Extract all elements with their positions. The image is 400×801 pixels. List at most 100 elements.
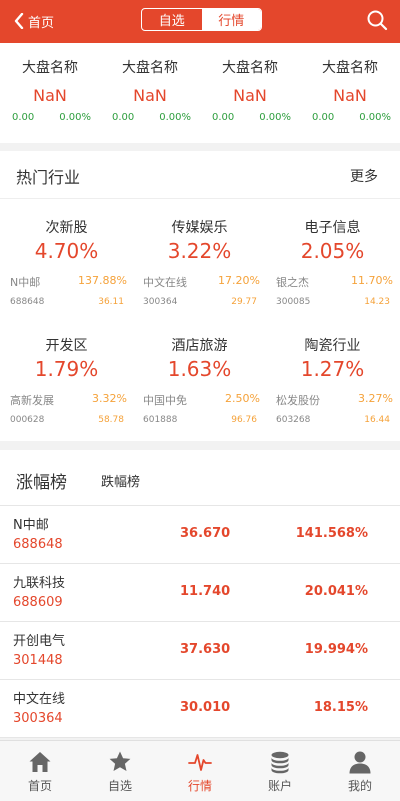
- industry-percent: 2.05%: [300, 239, 365, 263]
- stock-name: 九联科技: [13, 576, 66, 591]
- stock-name: 开创电气: [13, 634, 66, 649]
- index-value: NaN: [233, 86, 267, 105]
- index-card[interactable]: 大盘名称 NaN 0.00 0.00%: [0, 43, 100, 143]
- leading-stock-change: 17.20%: [218, 274, 260, 287]
- leading-stock-price: 14.23: [364, 297, 390, 307]
- industry-card[interactable]: 开发区 1.79% 高新发展 3.32% 000628 58.78: [0, 317, 133, 435]
- industry-name: 陶瓷行业: [304, 338, 361, 354]
- index-name: 大盘名称: [322, 60, 378, 76]
- search-icon[interactable]: [366, 9, 388, 31]
- star-icon: [109, 751, 131, 771]
- index-percent: 0.00%: [259, 112, 291, 123]
- segment-control: 自选 行情: [141, 8, 262, 31]
- leading-stock-price: 58.78: [98, 415, 124, 425]
- more-link[interactable]: 更多: [350, 166, 378, 186]
- industry-name: 传媒娱乐: [171, 220, 228, 236]
- stock-price: 36.670: [180, 526, 231, 541]
- index-name: 大盘名称: [122, 60, 178, 76]
- leading-stock-name: 中文在线: [143, 276, 187, 289]
- index-name: 大盘名称: [22, 60, 78, 76]
- industry-name: 酒店旅游: [171, 338, 228, 354]
- leading-stock-change: 137.88%: [78, 274, 127, 287]
- stock-name: N中邮: [13, 518, 49, 533]
- leading-stock-code: 000628: [10, 415, 45, 425]
- industry-card[interactable]: 电子信息 2.05% 银之杰 11.70% 300085 14.23: [266, 199, 399, 317]
- back-button[interactable]: 首页: [14, 11, 54, 31]
- stock-name: 中文在线: [13, 692, 66, 707]
- tab-losers[interactable]: 跌幅榜: [101, 471, 140, 490]
- leading-stock-change: 3.32%: [92, 392, 127, 405]
- hot-industries-panel: 热门行业 更多 次新股 4.70% N中邮 137.88% 688648 36.…: [0, 151, 400, 441]
- leading-stock-name: 高新发展: [10, 394, 54, 407]
- industry-percent: 4.70%: [34, 239, 99, 263]
- nav-label: 账户: [267, 779, 292, 793]
- index-change: 0.00: [212, 112, 235, 123]
- leading-stock-name: 松发股份: [276, 394, 320, 407]
- table-row[interactable]: N中邮 688648 36.670 141.568%: [0, 506, 400, 564]
- segment-market[interactable]: 行情: [201, 9, 261, 30]
- stock-price: 11.740: [180, 584, 231, 599]
- home-icon: [29, 752, 51, 772]
- index-name: 大盘名称: [222, 60, 278, 76]
- top-bar: 首页 自选 行情: [0, 0, 400, 43]
- nav-market[interactable]: 行情: [160, 741, 240, 801]
- tab-gainers[interactable]: 涨幅榜: [16, 468, 67, 493]
- nav-label: 自选: [107, 779, 132, 793]
- index-card[interactable]: 大盘名称 NaN 0.00 0.00%: [100, 43, 200, 143]
- stock-code: 301448: [13, 653, 63, 668]
- leading-stock-price: 36.11: [98, 297, 124, 307]
- stock-code: 688648: [13, 537, 63, 552]
- nav-label: 行情: [187, 779, 212, 793]
- bottom-nav: 首页 自选 行情 账户 我的: [0, 740, 400, 801]
- coins-icon: [271, 751, 289, 774]
- ranking-panel: 涨幅榜 跌幅榜 N中邮 688648 36.670 141.568% 九联科技 …: [0, 450, 400, 738]
- leading-stock-name: N中邮: [10, 276, 41, 289]
- index-strip: 大盘名称 NaN 0.00 0.00% 大盘名称 NaN 0.00 0.00% …: [0, 43, 400, 143]
- stock-code: 688609: [13, 595, 63, 610]
- index-change: 0.00: [312, 112, 335, 123]
- leading-stock-change: 11.70%: [351, 274, 393, 287]
- nav-account[interactable]: 账户: [240, 741, 320, 801]
- stock-change: 20.041%: [304, 584, 368, 599]
- industry-name: 开发区: [45, 338, 88, 354]
- leading-stock-code: 601888: [143, 415, 178, 425]
- nav-label: 首页: [27, 779, 52, 793]
- leading-stock-price: 16.44: [364, 415, 390, 425]
- table-row[interactable]: 九联科技 688609 11.740 20.041%: [0, 564, 400, 622]
- hot-industries-header: 热门行业 更多: [0, 151, 400, 199]
- index-percent: 0.00%: [59, 112, 91, 123]
- industry-card[interactable]: 酒店旅游 1.63% 中国中免 2.50% 601888 96.76: [133, 317, 266, 435]
- stock-price: 30.010: [180, 700, 231, 715]
- nav-home[interactable]: 首页: [0, 741, 80, 801]
- index-change: 0.00: [112, 112, 135, 123]
- back-label: 首页: [28, 15, 55, 31]
- leading-stock-change: 3.27%: [358, 392, 393, 405]
- segment-watchlist[interactable]: 自选: [142, 9, 202, 30]
- ranking-tabs: 涨幅榜 跌幅榜: [0, 450, 400, 506]
- table-row[interactable]: 中文在线 300364 30.010 18.15%: [0, 680, 400, 738]
- index-card[interactable]: 大盘名称 NaN 0.00 0.00%: [300, 43, 400, 143]
- index-card[interactable]: 大盘名称 NaN 0.00 0.00%: [200, 43, 300, 143]
- nav-watchlist[interactable]: 自选: [80, 741, 160, 801]
- stock-change: 18.15%: [313, 700, 368, 715]
- table-row[interactable]: 开创电气 301448 37.630 19.994%: [0, 622, 400, 680]
- index-value: NaN: [333, 86, 367, 105]
- leading-stock-price: 29.77: [231, 297, 257, 307]
- leading-stock-code: 603268: [276, 415, 311, 425]
- index-percent: 0.00%: [159, 112, 191, 123]
- industry-percent: 1.27%: [300, 357, 365, 381]
- industry-card[interactable]: 次新股 4.70% N中邮 137.88% 688648 36.11: [0, 199, 133, 317]
- industry-percent: 1.63%: [167, 357, 232, 381]
- leading-stock-price: 96.76: [231, 415, 257, 425]
- hot-industries-title: 热门行业: [16, 168, 81, 187]
- industry-card[interactable]: 陶瓷行业 1.27% 松发股份 3.27% 603268 16.44: [266, 317, 399, 435]
- chevron-left-icon: [14, 13, 24, 29]
- leading-stock-change: 2.50%: [225, 392, 260, 405]
- industry-card[interactable]: 传媒娱乐 3.22% 中文在线 17.20% 300364 29.77: [133, 199, 266, 317]
- leading-stock-code: 300364: [143, 297, 178, 307]
- index-value: NaN: [33, 86, 67, 105]
- index-change: 0.00: [12, 112, 35, 123]
- stock-price: 37.630: [180, 642, 231, 657]
- stock-change: 19.994%: [304, 642, 368, 657]
- nav-profile[interactable]: 我的: [320, 741, 400, 801]
